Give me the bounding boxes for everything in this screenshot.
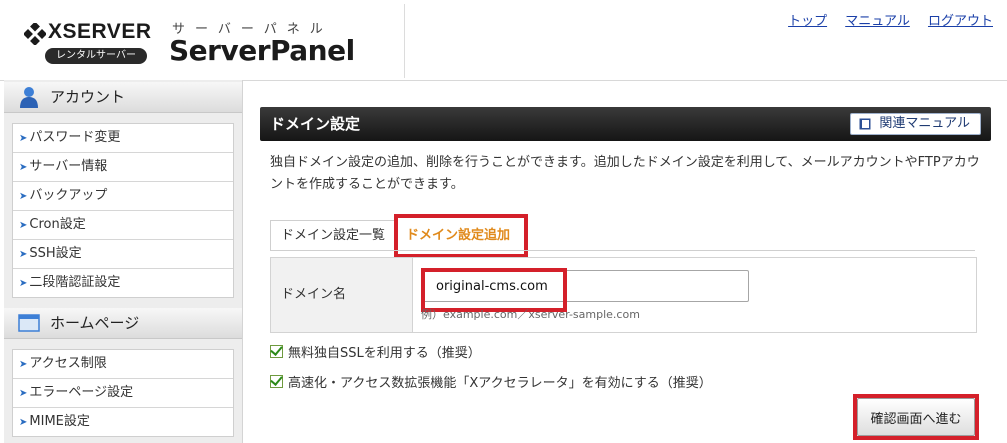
ssl-check-label: 無料独自SSLを利用する（推奨）	[288, 346, 481, 361]
sidebar-item-label: 二段階認証設定	[29, 275, 121, 290]
tab-divider	[270, 250, 975, 251]
tab-domain-list[interactable]: ドメイン設定一覧	[270, 220, 398, 251]
sidebar-section-label: アカウント	[50, 88, 126, 106]
logo-area: XSERVER レンタルサーバー サーバーパネル ServerPanel	[4, 4, 405, 78]
top-nav: トップ マニュアル ログアウト	[774, 10, 993, 29]
sidebar-item-ssh[interactable]: ➤ SSH設定	[13, 240, 233, 269]
accelerator-checkbox[interactable]	[270, 375, 283, 388]
domain-form: ドメイン名 例）example.com／xserver-sample.com	[270, 257, 977, 333]
sidebar-item-label: SSH設定	[29, 246, 82, 261]
header: XSERVER レンタルサーバー サーバーパネル ServerPanel トップ…	[0, 0, 1007, 81]
user-icon	[20, 87, 38, 108]
sidebar-item-label: Cron設定	[29, 217, 86, 232]
arrow-icon: ➤	[19, 162, 28, 173]
sidebar-item-label: MIME設定	[29, 414, 90, 429]
sidebar-item-label: バックアップ	[29, 188, 108, 203]
arrow-icon: ➤	[19, 417, 28, 428]
sidebar-section-label: ホームページ	[50, 314, 140, 332]
ssl-check-row[interactable]: 無料独自SSLを利用する（推奨）	[270, 342, 481, 361]
sidebar-item-access-restriction[interactable]: ➤ アクセス制限	[13, 350, 233, 379]
sidebar-item-cron[interactable]: ➤ Cron設定	[13, 211, 233, 240]
nav-top-link[interactable]: トップ	[788, 14, 827, 29]
sidebar-item-label: アクセス制限	[29, 356, 107, 371]
arrow-icon: ➤	[19, 278, 28, 289]
arrow-icon: ➤	[19, 249, 28, 260]
main-content: ドメイン設定 関連マニュアル 独自ドメイン設定の追加、削除を行うことができます。…	[242, 80, 1007, 443]
panel-title: ServerPanel	[169, 34, 355, 67]
sidebar-item-backup[interactable]: ➤ バックアップ	[13, 182, 233, 211]
confirm-button[interactable]: 確認画面へ進む	[857, 398, 975, 436]
sidebar-item-two-factor[interactable]: ➤ 二段階認証設定	[13, 269, 233, 297]
sidebar-item-error-page[interactable]: ➤ エラーページ設定	[13, 379, 233, 408]
ssl-checkbox[interactable]	[270, 345, 283, 358]
sidebar-item-mime[interactable]: ➤ MIME設定	[13, 408, 233, 436]
page-description: 独自ドメイン設定の追加、削除を行うことができます。追加したドメイン設定を利用して…	[270, 155, 980, 192]
sidebar-item-label: サーバー情報	[29, 159, 108, 174]
xserver-logo[interactable]: XSERVER レンタルサーバー	[24, 20, 154, 68]
sidebar-item-label: パスワード変更	[29, 130, 121, 145]
accelerator-check-label: 高速化・アクセス数拡張機能「Xアクセラレータ」を有効にする（推奨）	[288, 376, 712, 391]
arrow-icon: ➤	[19, 220, 28, 231]
accelerator-check-row[interactable]: 高速化・アクセス数拡張機能「Xアクセラレータ」を有効にする（推奨）	[270, 372, 712, 391]
tab-domain-add[interactable]: ドメイン設定追加	[394, 214, 528, 258]
sidebar: アカウント ➤ パスワード変更 ➤ サーバー情報 ➤ バックアップ ➤ Cron設定 ➤…	[4, 80, 243, 443]
sidebar-section-account: アカウント	[4, 82, 242, 113]
arrow-icon: ➤	[19, 191, 28, 202]
sidebar-list-account: ➤ パスワード変更 ➤ サーバー情報 ➤ バックアップ ➤ Cron設定 ➤ SSH設定 …	[12, 123, 234, 298]
sidebar-list-homepage: ➤ アクセス制限 ➤ エラーページ設定 ➤ MIME設定	[12, 349, 234, 437]
nav-logout-link[interactable]: ログアウト	[928, 14, 993, 29]
related-manual-button[interactable]: 関連マニュアル	[850, 113, 981, 135]
arrow-icon: ➤	[19, 388, 28, 399]
arrow-icon: ➤	[19, 359, 28, 370]
arrow-icon: ➤	[19, 133, 28, 144]
xserver-diamond-icon	[24, 23, 46, 45]
related-manual-label: 関連マニュアル	[879, 116, 970, 131]
sidebar-item-label: エラーページ設定	[29, 385, 134, 400]
nav-manual-link[interactable]: マニュアル	[845, 14, 910, 29]
sidebar-section-homepage: ホームページ	[4, 308, 242, 339]
brand-badge: レンタルサーバー	[45, 48, 147, 64]
section-header: ドメイン設定 関連マニュアル	[260, 107, 991, 141]
homepage-window-icon	[18, 314, 40, 332]
domain-name-label: ドメイン名	[271, 258, 413, 332]
sidebar-item-server-info[interactable]: ➤ サーバー情報	[13, 153, 233, 182]
brand-name: XSERVER	[48, 20, 152, 43]
section-title: ドメイン設定	[270, 115, 361, 133]
manual-book-icon	[859, 118, 871, 130]
domain-name-hint: 例）example.com／xserver-sample.com	[421, 308, 640, 321]
sidebar-item-password[interactable]: ➤ パスワード変更	[13, 124, 233, 153]
